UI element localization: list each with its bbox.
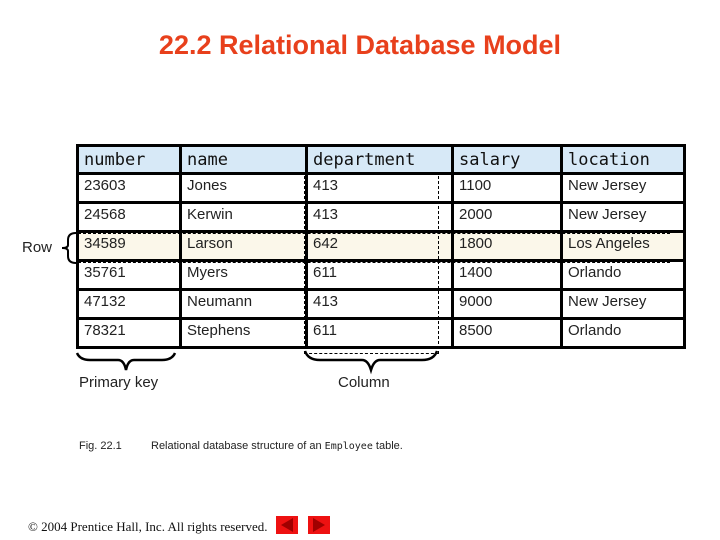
primary-key-brace-icon (75, 352, 177, 371)
cell-name: Jones (179, 172, 308, 204)
cell-department: 413 (305, 201, 454, 233)
next-slide-icon (313, 518, 325, 532)
cell-salary: 8500 (451, 317, 563, 349)
copyright-notice: © 2004 Prentice Hall, Inc. All rights re… (28, 519, 268, 534)
cell-location: New Jersey (560, 288, 686, 320)
table-row-highlighted: 34589 Larson 642 1800 Los Angeles (76, 230, 686, 262)
figure-number: Fig. 22.1 (79, 440, 122, 452)
cell-location: Orlando (560, 317, 686, 349)
cell-department: 642 (305, 230, 454, 262)
previous-slide-button[interactable] (276, 516, 298, 534)
column-header-location: location (560, 144, 686, 175)
table-row: 24568 Kerwin 413 2000 New Jersey (76, 201, 686, 233)
cell-department: 413 (305, 172, 454, 204)
cell-department: 611 (305, 317, 454, 349)
slide-title: 22.2 Relational Database Model (158, 30, 562, 60)
cell-number: 34589 (76, 230, 182, 262)
cell-name: Larson (179, 230, 308, 262)
cell-name: Myers (179, 259, 308, 291)
table-row: 78321 Stephens 611 8500 Orlando (76, 317, 686, 349)
cell-number: 47132 (76, 288, 182, 320)
cell-location: New Jersey (560, 201, 686, 233)
column-header-number: number (76, 144, 182, 175)
column-header-salary: salary (451, 144, 563, 175)
cell-department: 611 (305, 259, 454, 291)
cell-salary: 9000 (451, 288, 563, 320)
table-header-row: number name department salary location (76, 144, 686, 175)
column-brace-icon (303, 350, 439, 375)
caption-code: Employee (324, 441, 373, 452)
next-slide-button[interactable] (308, 516, 330, 534)
cell-salary: 1800 (451, 230, 563, 262)
cell-name: Neumann (179, 288, 308, 320)
cell-salary: 1400 (451, 259, 563, 291)
cell-location: Los Angeles (560, 230, 686, 262)
cell-number: 24568 (76, 201, 182, 233)
table-row: 35761 Myers 611 1400 Orlando (76, 259, 686, 291)
cell-number: 78321 (76, 317, 182, 349)
cell-location: Orlando (560, 259, 686, 291)
cell-number: 35761 (76, 259, 182, 291)
figure-caption: Relational database structure of an Empl… (151, 440, 403, 452)
caption-text-before: Relational database structure of an (151, 440, 325, 452)
cell-salary: 1100 (451, 172, 563, 204)
column-label: Column (338, 374, 390, 391)
cell-department: 413 (305, 288, 454, 320)
previous-slide-icon (281, 518, 293, 532)
row-label: Row (22, 239, 53, 256)
table-row: 23603 Jones 413 1100 New Jersey (76, 172, 686, 204)
row-brace-icon (61, 232, 77, 264)
column-header-name: name (179, 144, 308, 175)
column-header-department: department (305, 144, 454, 175)
cell-number: 23603 (76, 172, 182, 204)
caption-text-after: table. (372, 440, 403, 452)
employee-table: number name department salary location 2… (76, 144, 686, 349)
cell-name: Kerwin (179, 201, 308, 233)
cell-name: Stephens (179, 317, 308, 349)
table-row: 47132 Neumann 413 9000 New Jersey (76, 288, 686, 320)
cell-location: New Jersey (560, 172, 686, 204)
primary-key-label: Primary key (79, 374, 159, 391)
cell-salary: 2000 (451, 201, 563, 233)
